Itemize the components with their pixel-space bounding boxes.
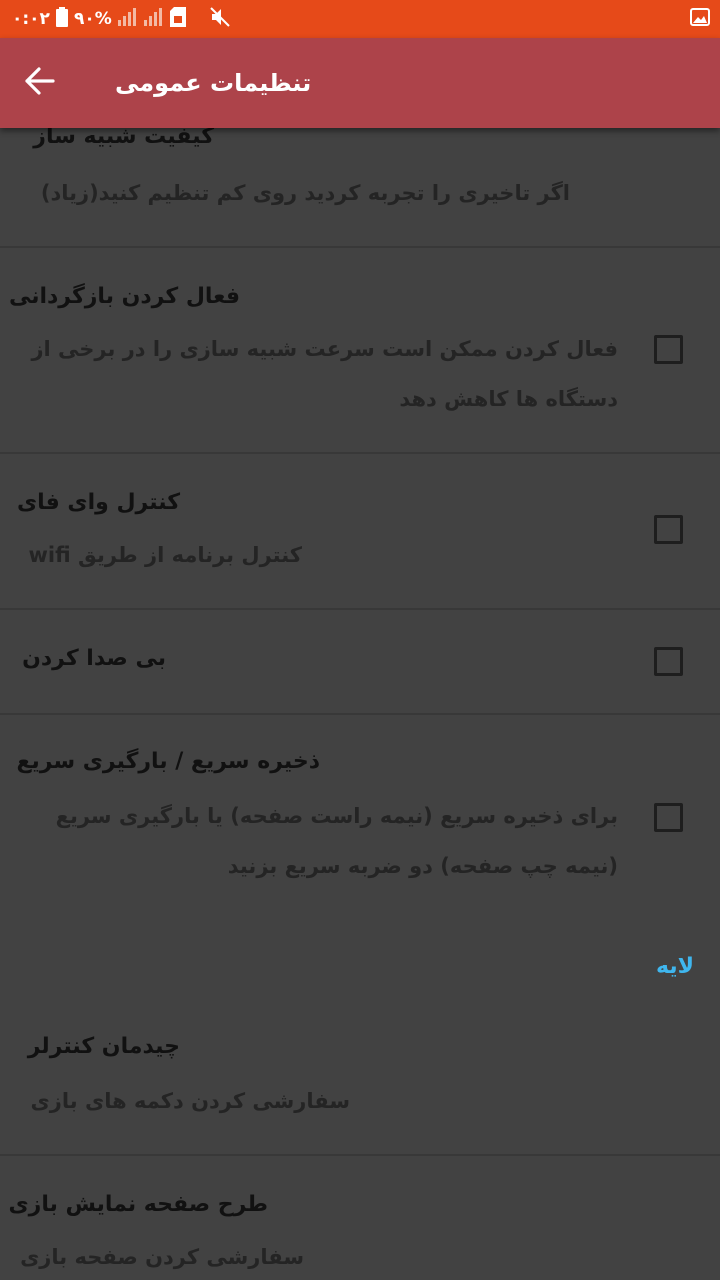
pref-summary: برای ذخیره سریع (نیمه راست صفحه) یا بارگ…: [55, 804, 618, 878]
quicksave-checkbox[interactable]: [654, 803, 683, 832]
arrow-back-icon: [25, 67, 55, 99]
wifi-checkbox[interactable]: [654, 515, 683, 544]
status-time: ۰:۰۲: [12, 9, 50, 29]
pref-emulator-quality[interactable]: کیفیت شبیه ساز اگر تاخیری را تجربه کردید…: [0, 128, 720, 246]
battery-icon: [55, 6, 68, 32]
pref-summary: فعال کردن ممکن است سرعت شبیه سازی را در …: [31, 337, 618, 411]
mute-icon: [210, 6, 230, 32]
pref-title: چیدمان کنترلر: [27, 1034, 180, 1059]
signal-2-icon: [143, 7, 164, 31]
pref-quick-save-load[interactable]: ذخیره سریع / بارگیری سریع برای ذخیره سری…: [0, 715, 720, 918]
pref-enable-rewind[interactable]: فعال کردن بازگردانی فعال کردن ممکن است س…: [0, 248, 720, 452]
battery-percent: ۹۰%: [73, 9, 112, 29]
pref-title: ذخیره سریع / بارگیری سریع: [16, 749, 321, 774]
status-bar: ۰:۰۲ ۹۰%: [0, 0, 720, 38]
pref-title: بی صدا کردن: [22, 646, 166, 671]
pref-wifi-control[interactable]: کنترل وای فای کنترل برنامه از طریق wifi: [0, 454, 720, 608]
pref-summary: سفارشی کردن دکمه های بازی: [30, 1089, 350, 1113]
pref-summary: سفارشی کردن صفحه بازی: [20, 1245, 304, 1269]
image-icon: [690, 8, 710, 30]
status-indicators: ۰:۰۲ ۹۰%: [12, 0, 230, 38]
back-button[interactable]: [16, 59, 64, 107]
page-title: تنظیمات عمومی: [115, 69, 312, 97]
pref-mute[interactable]: بی صدا کردن: [0, 610, 720, 713]
sim-card-icon: [169, 6, 186, 32]
pref-title: فعال کردن بازگردانی: [8, 284, 240, 309]
pref-title: کیفیت شبیه ساز: [33, 128, 214, 149]
pref-summary: کنترل برنامه از طریق wifi: [28, 543, 302, 567]
notification-area: [690, 0, 710, 38]
pref-title: طرح صفحه نمایش بازی: [8, 1192, 268, 1217]
rewind-checkbox[interactable]: [654, 335, 683, 364]
pref-screen-layout[interactable]: طرح صفحه نمایش بازی سفارشی کردن صفحه باز…: [0, 1156, 720, 1280]
pref-summary: اگر تاخیری را تجربه کردید روی کم تنظیم ک…: [40, 181, 570, 205]
signal-icon: [117, 7, 138, 31]
settings-list: کیفیت شبیه ساز اگر تاخیری را تجربه کردید…: [0, 128, 720, 1280]
mute-checkbox[interactable]: [654, 647, 683, 676]
app-bar: تنظیمات عمومی: [0, 38, 720, 128]
section-header-layer: لایه: [656, 954, 694, 979]
pref-title: کنترل وای فای: [16, 490, 180, 515]
pref-controller-layout[interactable]: چیدمان کنترلر سفارشی کردن دکمه های بازی: [0, 998, 720, 1154]
